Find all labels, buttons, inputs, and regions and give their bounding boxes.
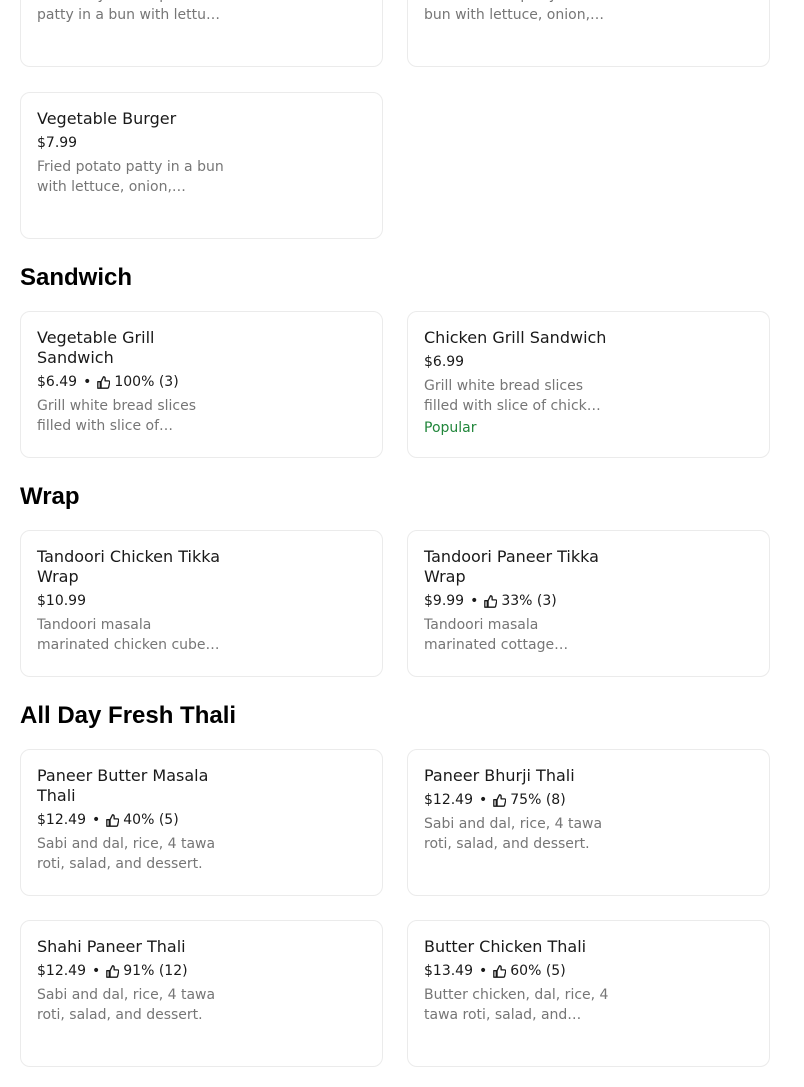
popular-badge: Popular bbox=[424, 420, 477, 436]
item-name: Tandoori Paneer Tikka Wrap bbox=[424, 547, 599, 586]
item-description: Tandoori masala marinated chicken cube… bbox=[37, 617, 220, 653]
menu-item-card[interactable]: Tandoori Paneer Tikka Wrap $9.99 • 33% (… bbox=[407, 530, 770, 677]
item-description: Butter chicken, dal, rice, 4 tawa roti, … bbox=[424, 987, 609, 1023]
item-description: Tandoori masala marinated cottage… bbox=[424, 617, 569, 653]
section-title-thali: All Day Fresh Thali bbox=[20, 702, 237, 729]
item-description: Grill white bread slices filled with sli… bbox=[424, 378, 601, 414]
thumbs-up-icon bbox=[106, 813, 120, 827]
item-price-line: $6.99 bbox=[424, 352, 614, 372]
item-rating: 75% (8) bbox=[510, 792, 566, 808]
item-price-line: $9.99 • 33% (3) bbox=[424, 591, 614, 611]
menu-item-card[interactable]: Shahi Paneer Thali $12.49 • 91% (12) Sab… bbox=[20, 920, 383, 1067]
item-name: Paneer Butter Masala Thali bbox=[37, 766, 209, 805]
item-price-line: $12.49 • 91% (12) bbox=[37, 961, 227, 981]
item-name: Shahi Paneer Thali bbox=[37, 937, 186, 956]
item-description: Sabi and dal, rice, 4 tawa roti, salad, … bbox=[37, 836, 216, 872]
menu-item-card[interactable]: Vegetable Grill Sandwich $6.49 • 100% (3… bbox=[20, 311, 383, 458]
item-price-line: $12.49 • 40% (5) bbox=[37, 810, 227, 830]
item-price: $12.49 bbox=[424, 792, 473, 808]
item-name: Tandoori Chicken Tikka Wrap bbox=[37, 547, 221, 586]
item-price: $12.49 bbox=[37, 963, 86, 979]
menu-page: Indian style fried potato patty in a bun… bbox=[0, 0, 804, 1087]
menu-item-card[interactable]: Tandoori Chicken Tikka Wrap $10.99 Tando… bbox=[20, 530, 383, 677]
item-name: Butter Chicken Thali bbox=[424, 937, 587, 956]
item-description: Grill white bread slices filled with sli… bbox=[37, 398, 197, 434]
item-price: $12.49 bbox=[37, 812, 86, 828]
item-price: $6.99 bbox=[424, 354, 465, 370]
item-description: Sabi and dal, rice, 4 tawa roti, salad, … bbox=[424, 816, 603, 852]
menu-item-card[interactable]: Paneer Bhurji Thali $12.49 • 75% (8) Sab… bbox=[407, 749, 770, 896]
thumbs-up-icon bbox=[493, 793, 507, 807]
item-name: Chicken Grill Sandwich bbox=[424, 328, 607, 347]
menu-item-card[interactable]: Chicken Grill Sandwich $6.99 Grill white… bbox=[407, 311, 770, 458]
section-title-sandwich: Sandwich bbox=[20, 264, 133, 291]
thumbs-up-icon bbox=[484, 594, 498, 608]
menu-item-card[interactable]: Paneer Butter Masala Thali $12.49 • 40% … bbox=[20, 749, 383, 896]
item-price: $7.99 bbox=[37, 135, 78, 151]
item-price: $9.99 bbox=[424, 593, 465, 609]
menu-item-card[interactable]: Vegetable Burger $7.99 Fried potato patt… bbox=[20, 92, 383, 239]
item-name: Vegetable Grill Sandwich bbox=[37, 328, 155, 367]
item-price: $13.49 bbox=[424, 963, 473, 979]
item-rating: 40% (5) bbox=[123, 812, 179, 828]
item-description: Fried chicken patty in a bun with lettuc… bbox=[424, 0, 605, 23]
menu-item-card[interactable]: Indian style fried potato patty in a bun… bbox=[20, 0, 383, 67]
item-price-line: $10.99 bbox=[37, 591, 227, 611]
thumbs-up-icon bbox=[97, 375, 111, 389]
item-price-line: $6.49 • 100% (3) bbox=[37, 372, 227, 392]
item-description: Fried potato patty in a bun with lettuce… bbox=[37, 159, 224, 195]
item-rating: 60% (5) bbox=[510, 963, 566, 979]
item-price: $6.49 bbox=[37, 374, 78, 390]
item-price-line: $12.49 • 75% (8) bbox=[424, 790, 614, 810]
item-price-line: $13.49 • 60% (5) bbox=[424, 961, 614, 981]
item-price-line: $7.99 bbox=[37, 133, 227, 153]
separator-dot: • bbox=[92, 812, 101, 828]
item-description: Sabi and dal, rice, 4 tawa roti, salad, … bbox=[37, 987, 216, 1023]
item-name: Paneer Bhurji Thali bbox=[424, 766, 575, 785]
section-title-wrap: Wrap bbox=[20, 483, 80, 510]
item-description: Indian style fried potato patty in a bun… bbox=[37, 0, 227, 23]
thumbs-up-icon bbox=[493, 964, 507, 978]
item-rating: 33% (3) bbox=[501, 593, 557, 609]
separator-dot: • bbox=[470, 593, 479, 609]
separator-dot: • bbox=[479, 963, 488, 979]
item-name: Vegetable Burger bbox=[37, 109, 177, 128]
separator-dot: • bbox=[92, 963, 101, 979]
item-rating: 100% (3) bbox=[114, 374, 179, 390]
separator-dot: • bbox=[479, 792, 488, 808]
separator-dot: • bbox=[83, 374, 92, 390]
menu-item-card[interactable]: Butter Chicken Thali $13.49 • 60% (5) Bu… bbox=[407, 920, 770, 1067]
item-rating: 91% (12) bbox=[123, 963, 188, 979]
menu-item-card[interactable]: Fried chicken patty in a bun with lettuc… bbox=[407, 0, 770, 67]
thumbs-up-icon bbox=[106, 964, 120, 978]
item-price: $10.99 bbox=[37, 593, 86, 609]
